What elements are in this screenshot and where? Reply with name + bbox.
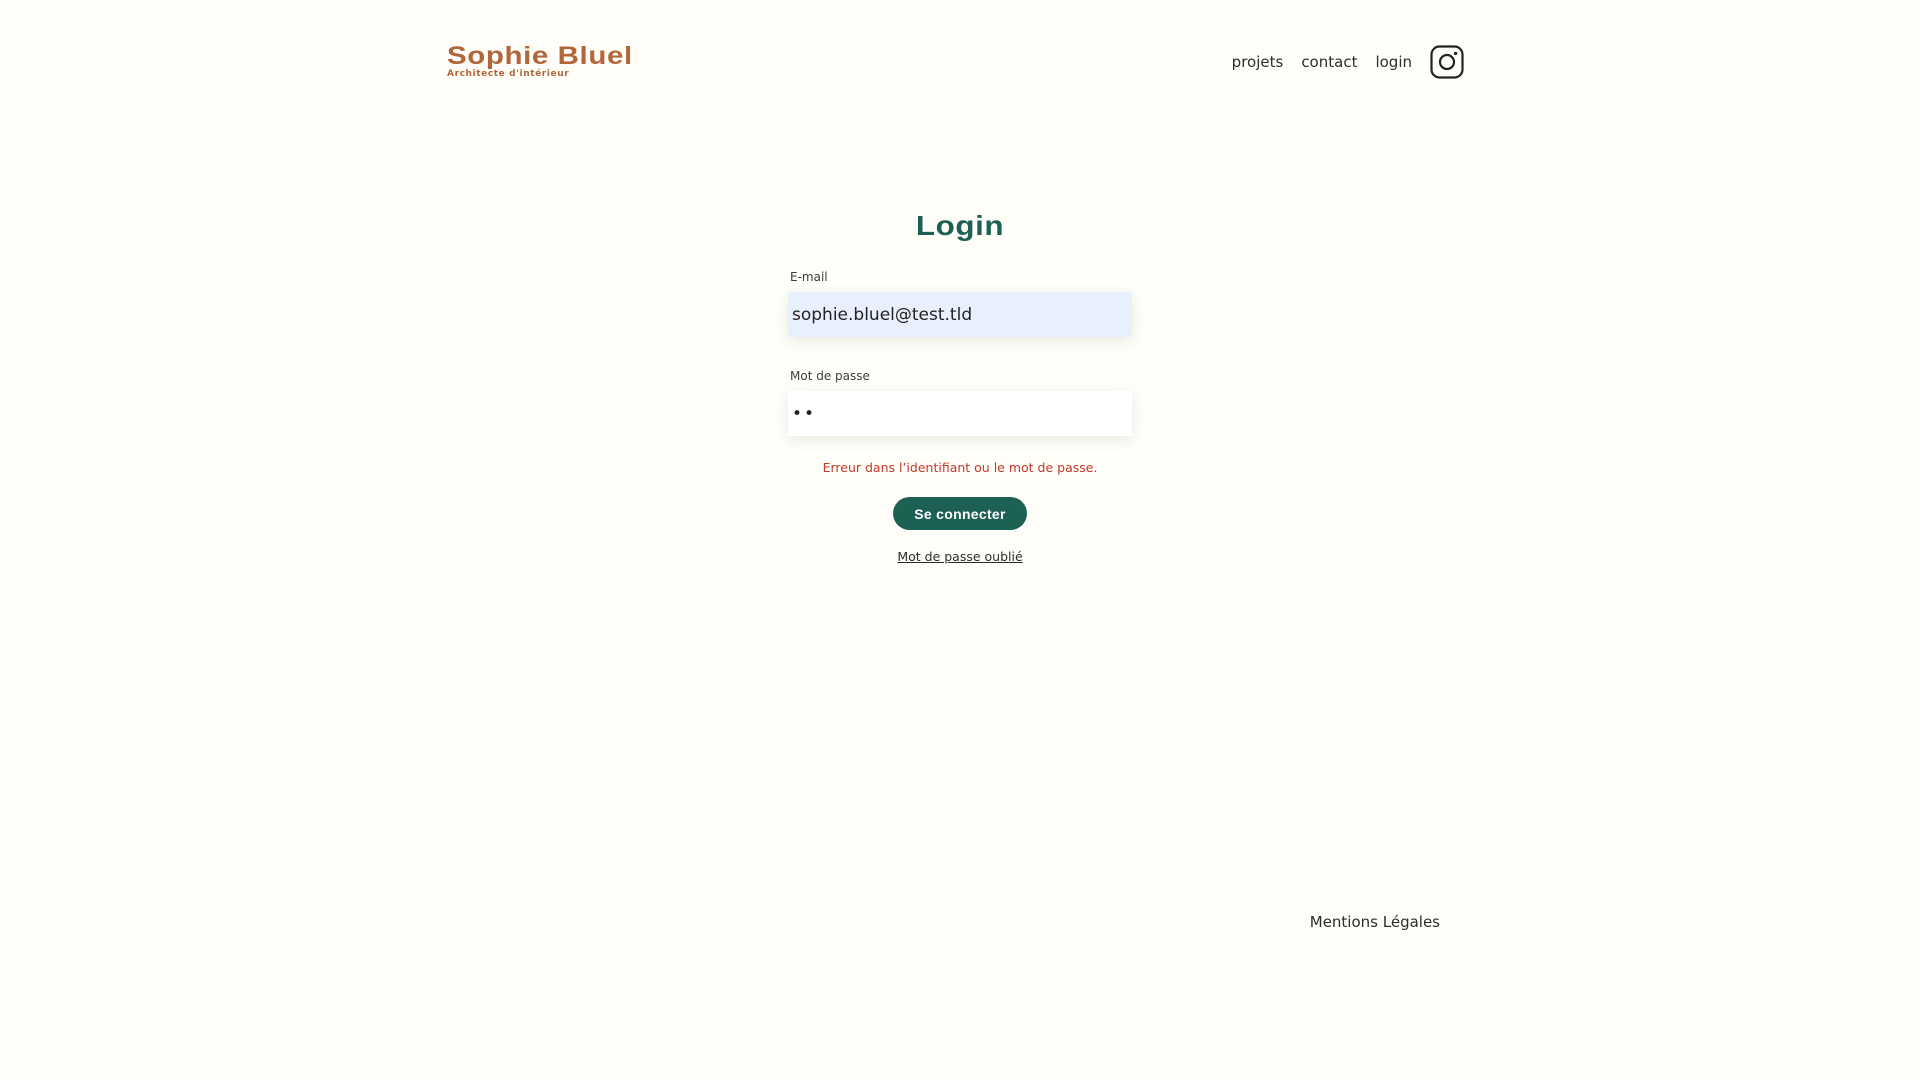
email-field[interactable] [788, 292, 1132, 337]
login-form: E-mail Mot de passe Erreur dans l’identi… [788, 270, 1132, 564]
nav-link-projets[interactable]: projets [1232, 53, 1284, 71]
nav-link-login[interactable]: login [1375, 53, 1412, 71]
field-spacer [788, 337, 1132, 369]
logo-title: Sophie Bluel [447, 42, 633, 70]
submit-wrapper: Se connecter [788, 497, 1132, 530]
login-button[interactable]: Se connecter [893, 497, 1027, 530]
email-label: E-mail [790, 270, 828, 284]
nav-link-contact[interactable]: contact [1301, 53, 1357, 71]
logo[interactable]: Sophie Bluel Architecte d'intérieur [447, 44, 632, 79]
main-nav: projets contact login [1232, 42, 1464, 82]
forgot-password-link[interactable]: Mot de passe oublié [788, 549, 1132, 564]
error-message: Erreur dans l’identifiant ou le mot de p… [822, 460, 1098, 475]
login-title: Login [915, 210, 1005, 241]
page: Sophie Bluel Architecte d'intérieur proj… [0, 0, 1920, 1080]
login-section: Login E-mail Mot de passe Erreur dans l’… [788, 210, 1132, 564]
logo-subtitle: Architecte d'intérieur [447, 69, 570, 79]
password-field[interactable] [788, 391, 1132, 436]
instagram-icon[interactable] [1430, 45, 1464, 79]
legal-notice-link[interactable]: Mentions Légales [1310, 913, 1440, 931]
password-label: Mot de passe [790, 369, 870, 383]
